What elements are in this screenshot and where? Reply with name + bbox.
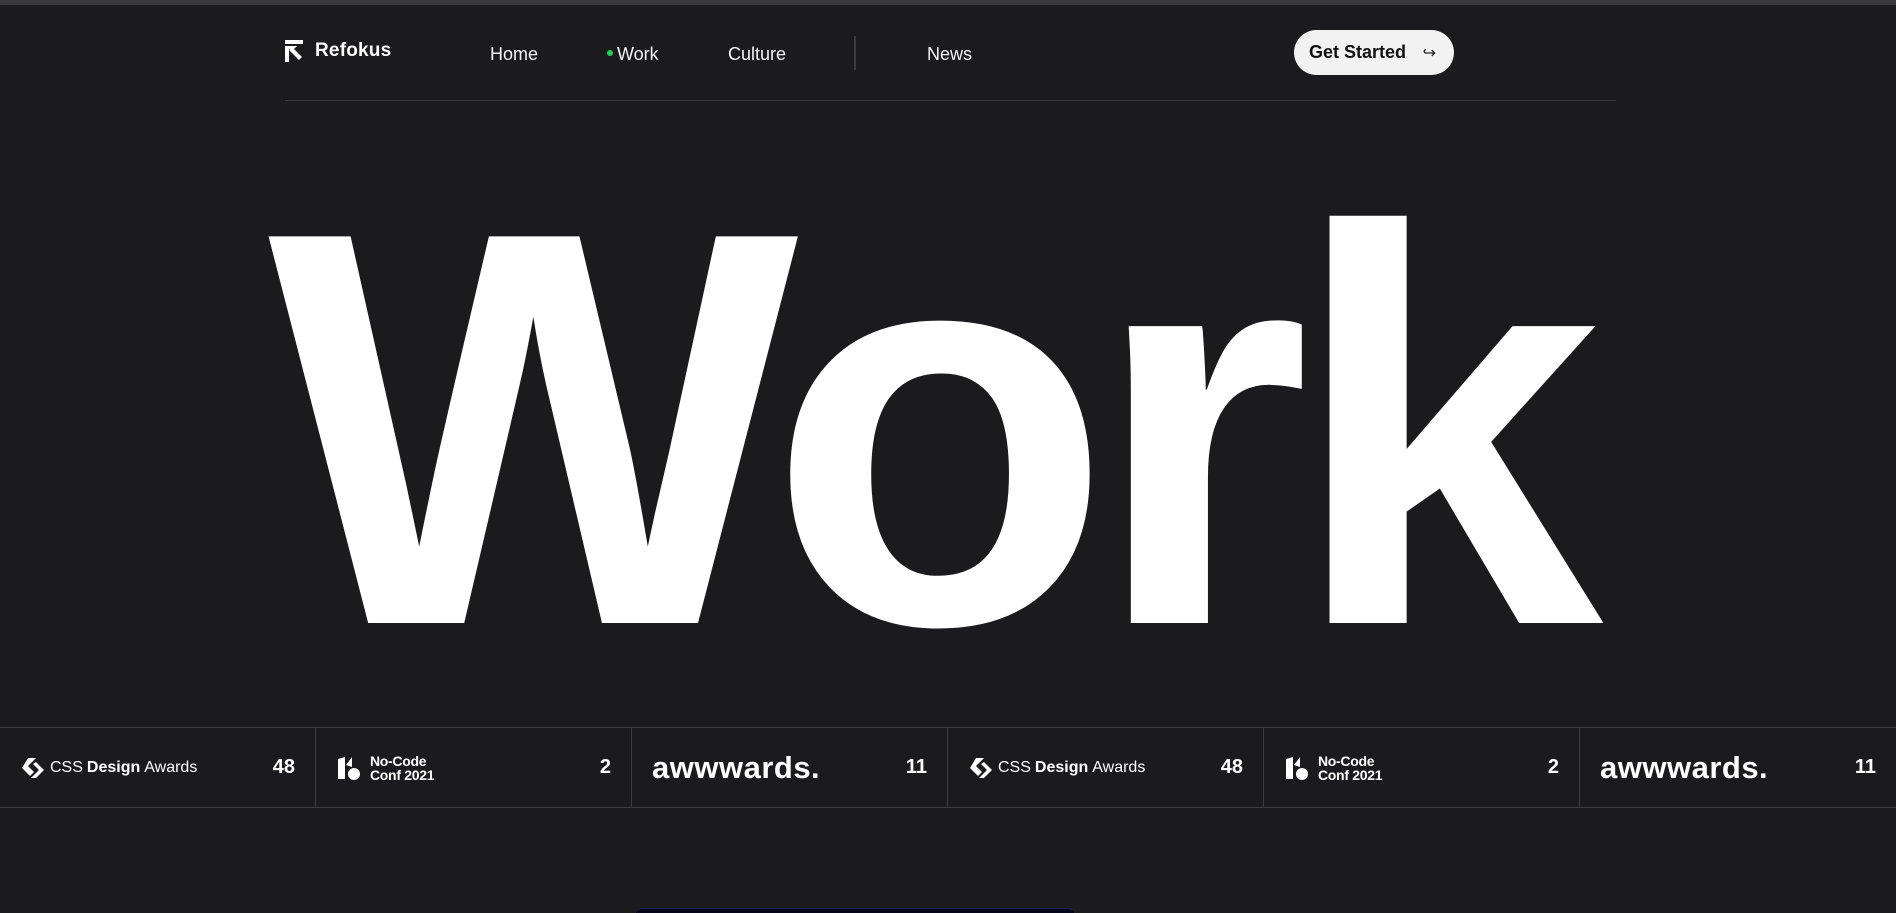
css-design-awards-brand: CSS Design Awards: [20, 755, 197, 781]
css-design-awards-logo-icon: [970, 757, 992, 778]
nav-culture[interactable]: Culture: [728, 44, 786, 65]
nocode-conf-label: No-Code Conf 2021: [1318, 752, 1383, 783]
awwwards-logo-icon: awwwards.: [652, 749, 821, 785]
page-title: Work: [268, 115, 1603, 743]
arrow-return-icon: ↪: [1422, 44, 1436, 62]
award-count: 11: [1854, 756, 1876, 778]
site-header: Refokus Home Work Culture News Get Start…: [285, 30, 1616, 75]
award-count: 48: [1220, 756, 1243, 778]
award-brand-prefix: CSS: [50, 758, 83, 776]
award-item: awwwards. 11: [632, 728, 948, 807]
brand-logo-link[interactable]: Refokus: [285, 40, 391, 62]
nocode-line1: No-Code: [370, 752, 427, 769]
nocode-line2: Conf 2021: [1318, 766, 1383, 783]
header-divider: [285, 100, 1616, 101]
brand-name: Refokus: [315, 40, 392, 61]
hero-section: Work: [268, 148, 1668, 710]
award-brand-bold: Design: [86, 758, 141, 776]
award-brand-prefix: CSS: [998, 758, 1031, 776]
award-count: 2: [1547, 756, 1559, 778]
get-started-label: Get Started: [1309, 42, 1407, 62]
nocode-conf-label: No-Code Conf 2021: [370, 752, 435, 783]
nocode-line1: No-Code: [1318, 752, 1375, 769]
nocode-conf-brand: No-Code Conf 2021: [1284, 752, 1383, 783]
award-count: 11: [905, 756, 927, 778]
nocode-conf-brand: No-Code Conf 2021: [336, 752, 435, 783]
award-count: 48: [272, 756, 295, 778]
awwwards-logo-icon: awwwards.: [1600, 749, 1769, 785]
award-count: 2: [599, 756, 611, 778]
css-design-awards-brand: CSS Design Awards: [968, 755, 1145, 781]
nocode-conf-logo-icon: [338, 756, 360, 780]
nocode-conf-logo-icon: [1286, 756, 1308, 780]
award-brand-suffix: Awards: [1092, 758, 1146, 776]
award-item: No-Code Conf 2021 2: [316, 728, 632, 807]
nav-work-label: Work: [617, 44, 659, 64]
next-section-card-edge: [635, 908, 1075, 913]
nav-news[interactable]: News: [927, 44, 972, 65]
award-item: CSS Design Awards 48: [948, 728, 1264, 807]
browser-top-edge: [0, 0, 1896, 5]
award-item: No-Code Conf 2021 2: [1264, 728, 1580, 807]
refokus-arrow-logo-icon: [285, 40, 303, 62]
nav-home[interactable]: Home: [490, 44, 538, 65]
nocode-line2: Conf 2021: [370, 766, 435, 783]
award-brand-suffix: Awards: [144, 758, 198, 776]
nav-work[interactable]: Work: [607, 44, 659, 65]
get-started-button[interactable]: Get Started ↪: [1294, 30, 1454, 75]
nav-divider: [854, 36, 856, 70]
awards-strip: CSS Design Awards 48 No-Code Conf 2021 2 a…: [0, 727, 1896, 808]
award-brand-bold: Design: [1034, 758, 1089, 776]
css-design-awards-logo-icon: [22, 757, 44, 778]
award-item: CSS Design Awards 48: [0, 728, 316, 807]
award-item: awwwards. 11: [1580, 728, 1896, 807]
